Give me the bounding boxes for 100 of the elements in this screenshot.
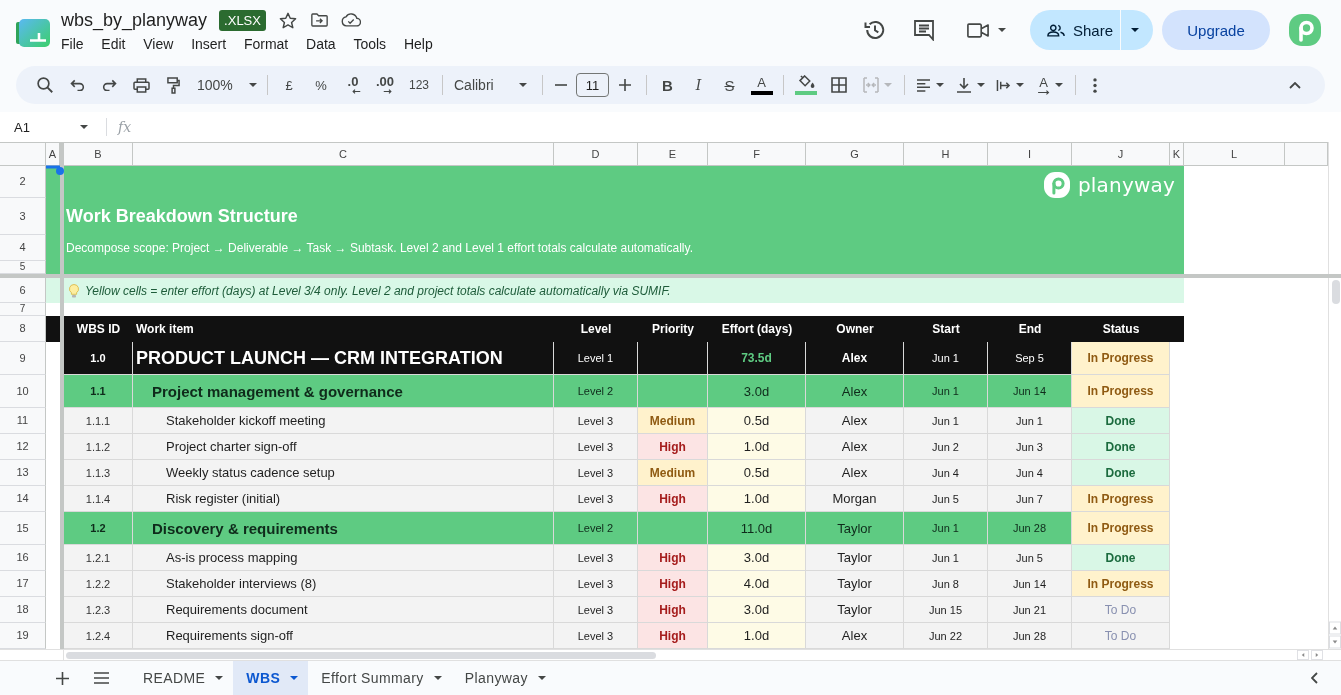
end-date-cell: Jun 1 (988, 408, 1072, 434)
strikethrough-button[interactable]: S (714, 71, 745, 99)
menu-item[interactable]: Data (297, 34, 345, 54)
row-header[interactable]: 6 (0, 278, 46, 303)
row-header[interactable]: 15 (0, 512, 46, 545)
caret-icon[interactable] (998, 28, 1006, 32)
column-header[interactable]: I (988, 142, 1072, 166)
spreadsheet-logo-icon[interactable] (16, 19, 50, 47)
sheet-tab[interactable]: README (130, 661, 234, 695)
redo-icon[interactable] (101, 79, 117, 91)
row-header[interactable]: 11 (0, 408, 46, 434)
menu-icon[interactable] (94, 672, 109, 684)
menu-item[interactable]: Tools (344, 34, 395, 54)
row-header[interactable]: 18 (0, 597, 46, 623)
column-header[interactable]: H (904, 142, 988, 166)
comment-icon[interactable] (913, 19, 935, 41)
level-cell: Level 3 (554, 571, 638, 597)
decrease-decimals-button[interactable]: .0 (337, 71, 369, 99)
column-heading: End (1017, 321, 1043, 338)
currency-button[interactable]: £ (273, 71, 305, 99)
arrow-left-icon (351, 89, 361, 94)
folder-arrow-icon[interactable] (310, 13, 328, 27)
start-date-cell: Jun 1 (904, 375, 988, 408)
text-paint-button[interactable]: A (745, 71, 778, 99)
borders-icon[interactable] (831, 77, 847, 93)
work-item-cell: Stakeholder interviews (8) (133, 571, 554, 597)
zoom-dropdown[interactable]: 100% (189, 71, 262, 99)
column-header[interactable]: K (1170, 142, 1184, 166)
column-header[interactable]: B (64, 142, 133, 166)
text-rotation-dropdown[interactable]: A (1030, 71, 1070, 99)
row-header[interactable]: 12 (0, 434, 46, 460)
caret-icon (433, 676, 442, 680)
column-header[interactable]: G (806, 142, 904, 166)
column-header[interactable]: C (133, 142, 554, 166)
scrollbar-thumb[interactable] (66, 651, 656, 659)
paint-roller-icon[interactable] (166, 76, 180, 94)
star-icon[interactable] (278, 11, 297, 29)
sheet-tab[interactable]: Effort Summary (308, 661, 452, 695)
work-item-cell: Risk register (initial) (133, 486, 554, 512)
column-header[interactable]: A (46, 142, 60, 166)
row-header[interactable]: 4 (0, 235, 46, 261)
cell-selection-marker[interactable] (46, 165, 65, 176)
menu-item[interactable]: Format (235, 34, 298, 54)
menu-item[interactable]: View (134, 34, 183, 54)
more-options-icon[interactable] (1093, 77, 1097, 93)
bold-button[interactable]: B (652, 71, 683, 99)
font-dropdown[interactable]: Calibri (448, 71, 537, 99)
italic-button[interactable]: I (683, 71, 714, 99)
chevron-up-icon[interactable] (1289, 81, 1301, 89)
name-box[interactable]: A1 (8, 115, 94, 139)
video-camera-icon[interactable] (967, 22, 989, 38)
sheet-title: Work Breakdown Structure (66, 206, 299, 227)
print-icon[interactable] (132, 77, 150, 93)
sheet-tab[interactable]: WBS (233, 661, 309, 695)
column-heading: Start (931, 321, 961, 338)
menu-item[interactable]: File (52, 34, 93, 54)
row-header[interactable]: 7 (0, 303, 46, 316)
row-header[interactable]: 14 (0, 486, 46, 512)
upgrade-button[interactable]: Upgrade (1162, 10, 1270, 50)
row-header[interactable]: 2 (0, 166, 46, 198)
row-header[interactable]: 17 (0, 571, 46, 597)
history-icon[interactable] (864, 19, 886, 41)
row-header[interactable]: 19 (0, 623, 46, 649)
row-header[interactable]: 5 (0, 261, 46, 274)
row-header[interactable]: 16 (0, 545, 46, 571)
sheet-tab[interactable]: Planyway (451, 661, 556, 695)
status-cell: Done (1072, 434, 1170, 460)
column-header[interactable]: J (1072, 142, 1170, 166)
column-header[interactable]: F (708, 142, 806, 166)
document-title[interactable]: wbs_by_planyway (61, 9, 208, 31)
add-sheet-icon[interactable] (56, 671, 69, 685)
row-header[interactable]: 8 (0, 316, 46, 342)
row-header[interactable]: 10 (0, 375, 46, 408)
number-format-button[interactable]: 123 (401, 71, 437, 99)
row-header[interactable]: 13 (0, 460, 46, 486)
menu-item[interactable]: Help (395, 34, 442, 54)
menu-item[interactable]: Insert (182, 34, 236, 54)
undo-icon[interactable] (69, 79, 85, 91)
row-header[interactable]: 9 (0, 342, 46, 375)
row-header[interactable]: 3 (0, 198, 46, 235)
column-header[interactable]: D (554, 142, 638, 166)
scrollbar-thumb[interactable] (1332, 280, 1340, 304)
effort-cell: 1.0d (708, 486, 806, 512)
caret-icon (215, 676, 224, 680)
column-header[interactable]: E (638, 142, 708, 166)
chevron-left-icon[interactable] (1311, 672, 1318, 684)
plus-icon[interactable] (619, 79, 631, 91)
owner-cell: Taylor (806, 597, 904, 623)
menu-item[interactable]: Edit (92, 34, 135, 54)
share-button[interactable]: Share (1030, 10, 1120, 50)
brand-wordmark: planyway (1077, 173, 1175, 197)
increase-decimals-button[interactable]: .00 (369, 71, 401, 99)
work-item-cell: Requirements document (133, 597, 554, 623)
percent-button[interactable]: % (305, 71, 337, 99)
cloud-check-icon[interactable] (340, 13, 361, 27)
caret-icon (80, 125, 88, 129)
search-icon[interactable] (37, 77, 53, 93)
font-size-field[interactable]: 11 (576, 73, 609, 97)
column-header[interactable]: L (1184, 142, 1285, 166)
status-cell: Done (1072, 545, 1170, 571)
